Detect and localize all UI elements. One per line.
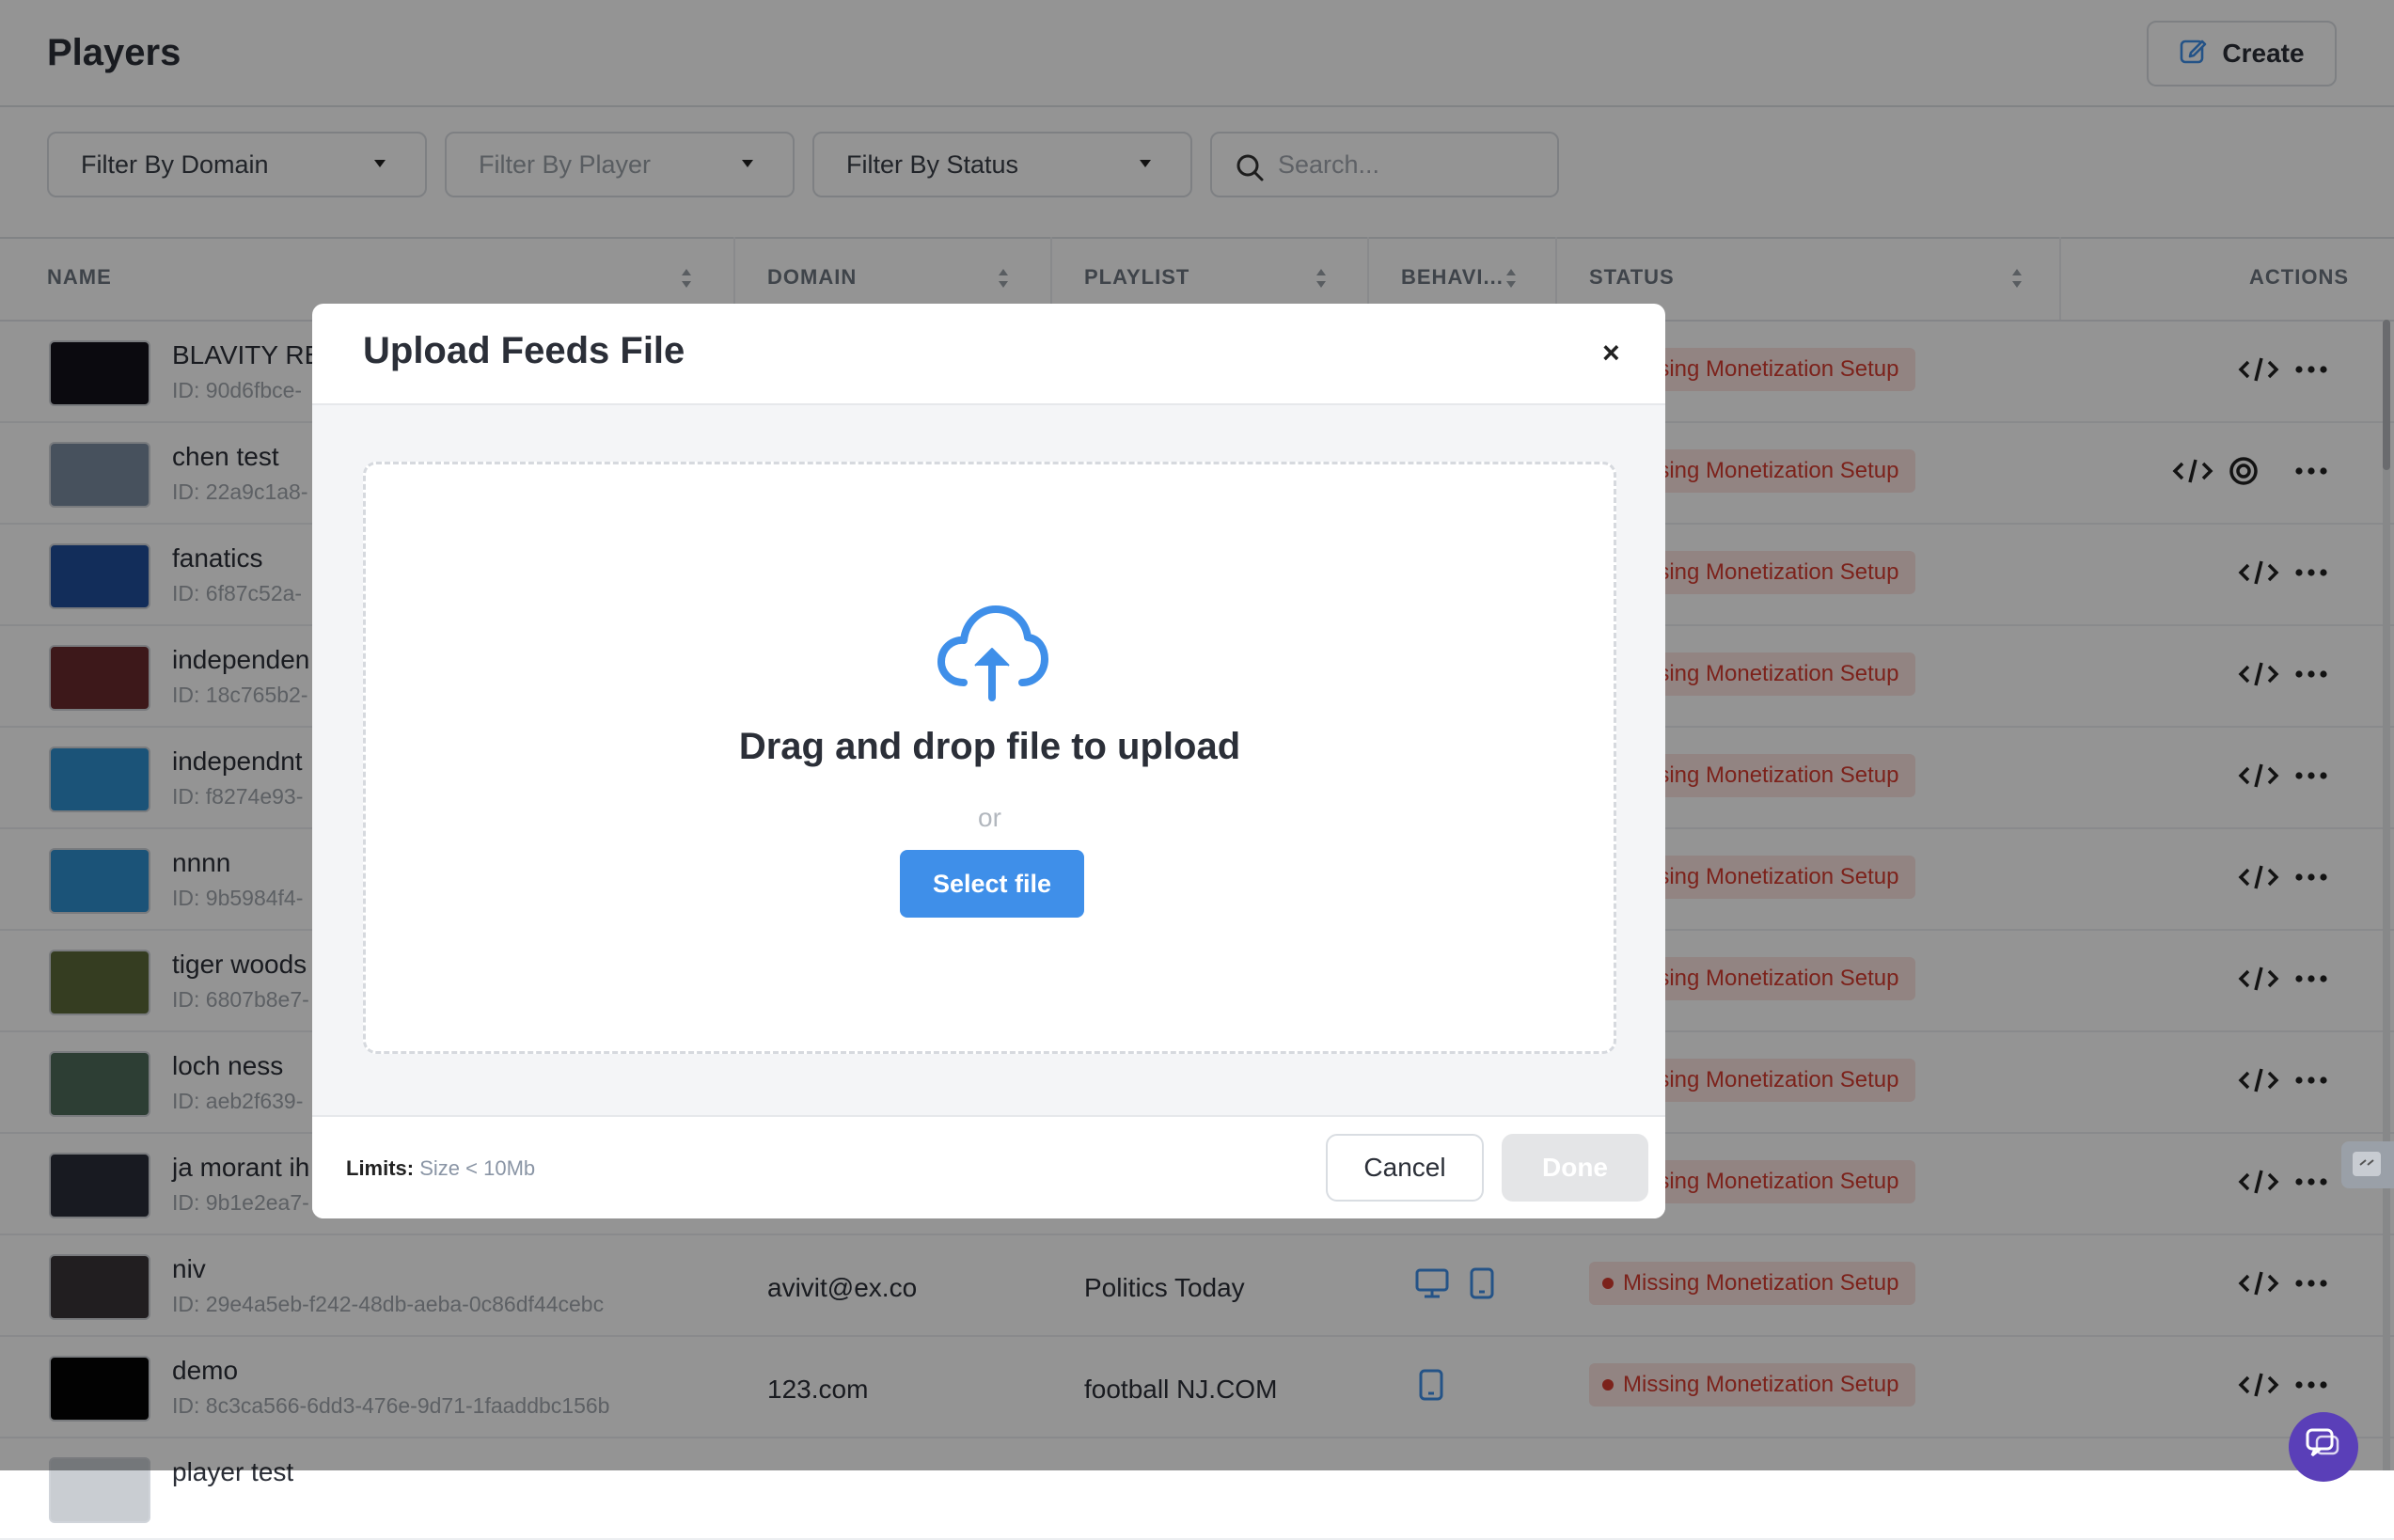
- dropzone-or: or: [978, 803, 1001, 832]
- modal-title: Upload Feeds File: [363, 330, 685, 371]
- close-icon[interactable]: ×: [1602, 336, 1620, 370]
- file-dropzone[interactable]: Drag and drop file to upload or Select f…: [363, 462, 1616, 1054]
- cloud-upload-icon: [936, 604, 1048, 706]
- chat-icon: [2306, 1428, 2339, 1457]
- chat-support-button[interactable]: [2289, 1412, 2358, 1482]
- cancel-button[interactable]: Cancel: [1326, 1134, 1484, 1202]
- modal-body: Drag and drop file to upload or Select f…: [312, 405, 1665, 1115]
- select-file-button[interactable]: Select file: [900, 850, 1084, 918]
- upload-feeds-modal: Upload Feeds File × Drag and drop file t…: [312, 304, 1665, 1218]
- modal-header: Upload Feeds File ×: [312, 304, 1665, 405]
- limits-value: Size < 10Mb: [419, 1156, 536, 1180]
- dropzone-heading: Drag and drop file to upload: [738, 726, 1241, 767]
- done-button[interactable]: Done: [1502, 1134, 1648, 1202]
- side-widget-tab[interactable]: [2341, 1141, 2394, 1188]
- upload-limits: Limits: Size < 10Mb: [346, 1156, 535, 1181]
- modal-footer: Limits: Size < 10Mb Cancel Done: [312, 1115, 1665, 1218]
- widget-icon: [2353, 1152, 2381, 1176]
- limits-label: Limits:: [346, 1156, 415, 1180]
